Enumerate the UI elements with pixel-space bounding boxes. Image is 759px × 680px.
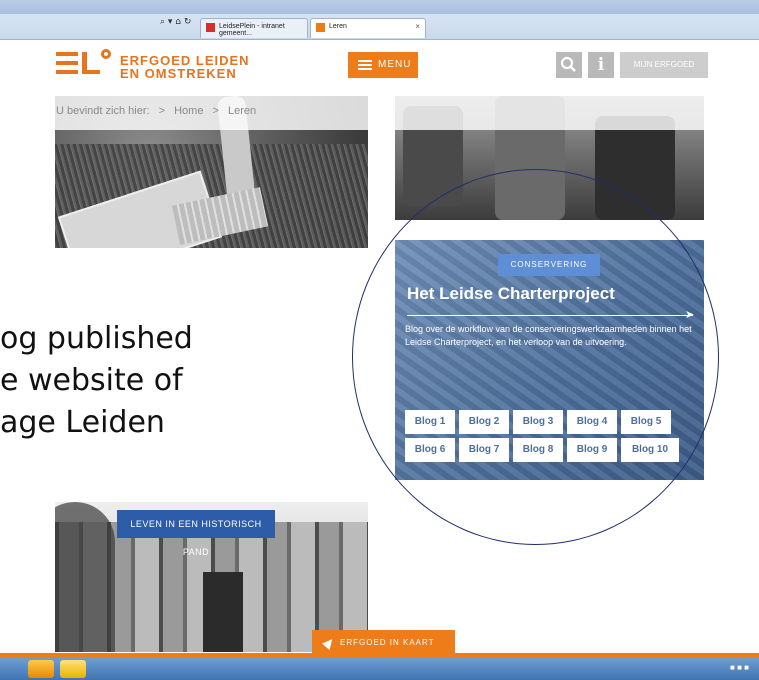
favicon-icon — [206, 23, 215, 32]
window-titlebar — [0, 0, 759, 14]
photo-door — [203, 572, 243, 652]
breadcrumb-trail: U bevindt zich hier: > Home > Leren — [56, 105, 262, 117]
breadcrumb-current: Leren — [228, 105, 257, 117]
hamburger-icon — [358, 60, 372, 70]
logo-text[interactable]: ERFGOED LEIDEN EN OMSTREKEN — [120, 54, 250, 80]
menu-label: MENU — [378, 59, 412, 70]
address-bar-controls[interactable]: ⌕ ▾ ⌂ ↻ — [160, 17, 191, 27]
site-header: ERFGOED LEIDEN EN OMSTREKEN MENU i MIJN … — [30, 40, 759, 96]
category-tag[interactable]: LEVEN IN EEN HISTORISCH PAND — [117, 510, 275, 557]
search-button[interactable] — [556, 52, 582, 78]
browser-chrome: ⌕ ▾ ⌂ ↻ LeidsePlein - intranet gemeent..… — [0, 0, 759, 40]
breadcrumb-separator: > — [212, 105, 219, 117]
search-icon — [560, 56, 576, 72]
slide-caption-line-3: age Leiden — [0, 405, 165, 440]
kaart-label: ERFGOED IN KAART — [340, 638, 435, 647]
folder-taskbar-icon[interactable] — [60, 660, 86, 678]
info-button[interactable]: i — [588, 52, 614, 78]
browser-tab-leren[interactable]: Leren × — [310, 18, 426, 38]
logo-line-2: EN OMSTREKEN — [120, 66, 237, 81]
highlight-circle — [352, 169, 719, 545]
location-arrow-icon — [321, 635, 337, 651]
tab-label: Leren — [329, 23, 347, 30]
tab-label: LeidsePlein - intranet gemeent... — [219, 23, 285, 37]
breadcrumb-home[interactable]: Home — [174, 105, 203, 117]
breadcrumb-prefix: U bevindt zich hier: — [56, 105, 150, 117]
photo-tree — [55, 502, 115, 652]
outlook-taskbar-icon[interactable] — [28, 660, 54, 678]
system-tray[interactable]: ■ ■ ■ — [730, 663, 749, 672]
favicon-icon — [316, 23, 325, 32]
breadcrumb: U bevindt zich hier: > Home > Leren — [30, 96, 704, 130]
breadcrumb-separator: > — [158, 105, 166, 117]
slide-caption-line-1: og published — [0, 321, 193, 356]
windows-taskbar: ■ ■ ■ — [0, 658, 759, 680]
browser-tab-leidseplein[interactable]: LeidsePlein - intranet gemeent... — [200, 18, 308, 38]
logo-icon[interactable] — [56, 48, 114, 80]
tab-close-icon[interactable]: × — [415, 22, 420, 31]
menu-button[interactable]: MENU — [348, 52, 418, 78]
slide-caption-line-2: e website of — [0, 363, 183, 398]
mijn-erfgoed-button[interactable]: MIJN ERFGOED — [620, 52, 708, 78]
slide-caption: og published e website of age Leiden — [0, 318, 193, 444]
